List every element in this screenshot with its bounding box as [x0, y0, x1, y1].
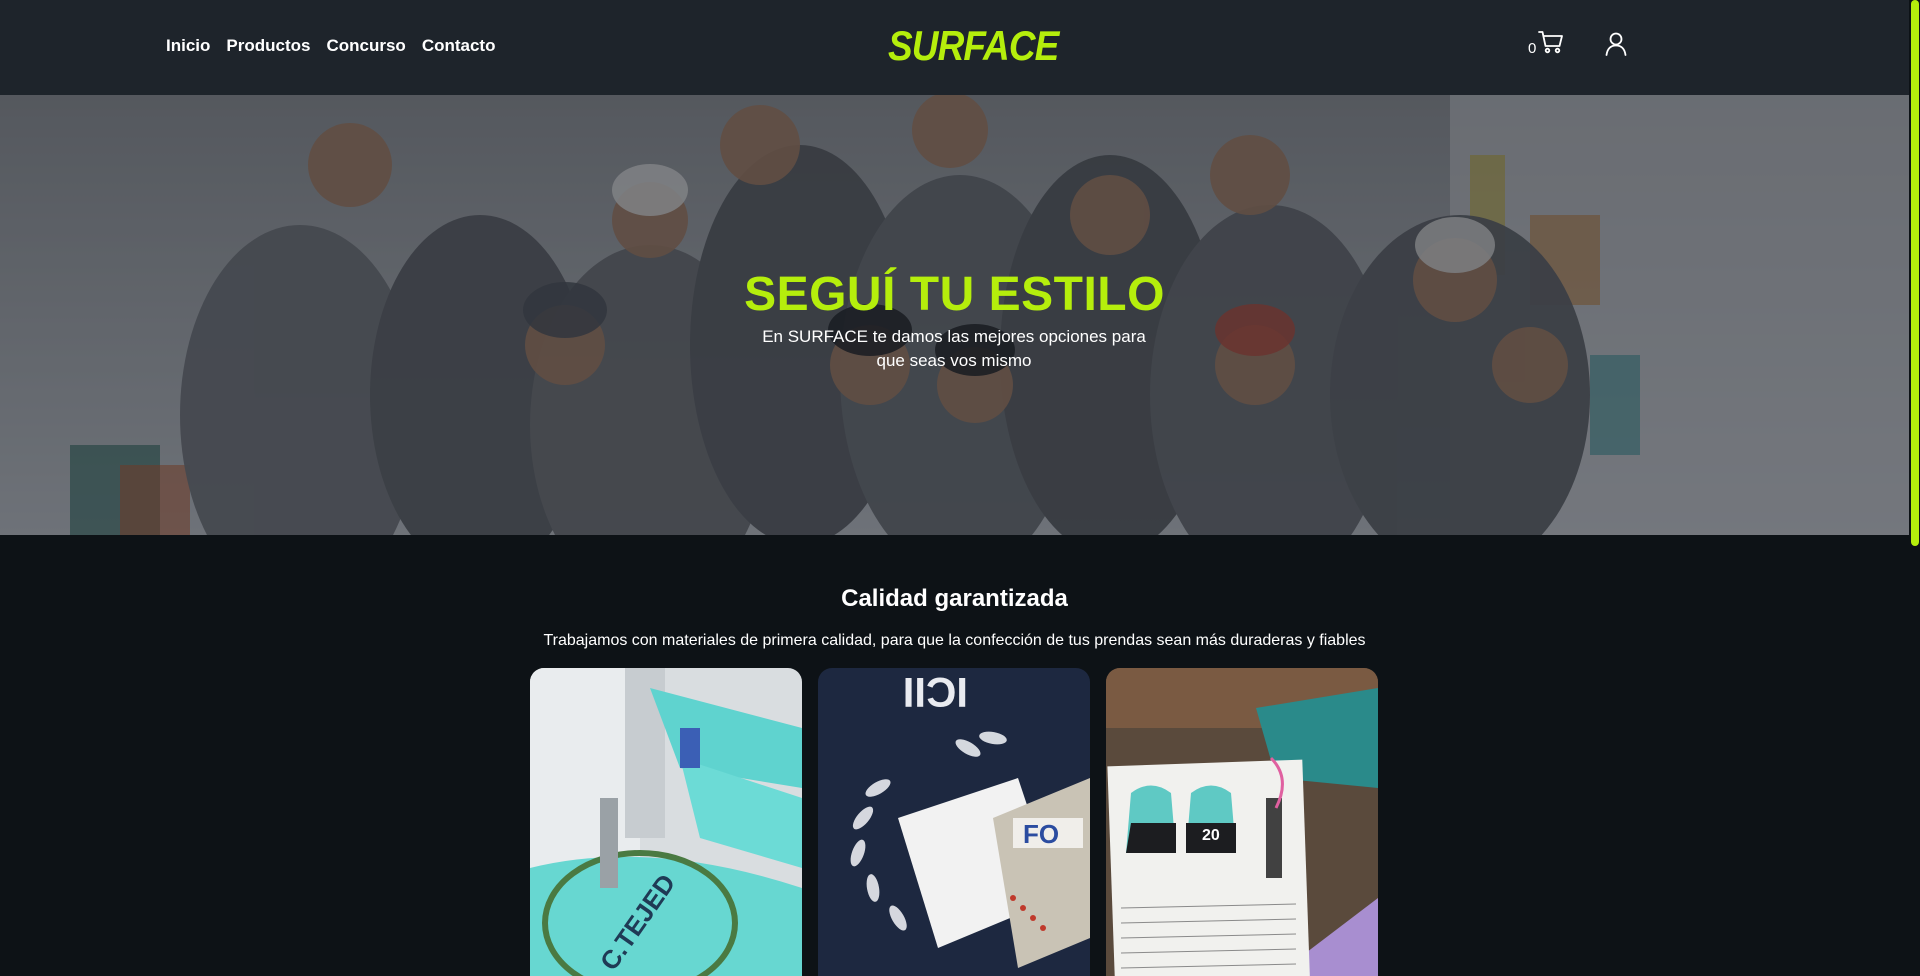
quality-title: Calidad garantizada [841, 585, 1068, 612]
site-header: Inicio Productos Concurso Contacto SURFA… [0, 0, 1909, 95]
site-logo[interactable]: SURFACE [888, 22, 1059, 70]
user-icon[interactable] [1605, 32, 1627, 61]
cart-button[interactable]: 0 [1528, 30, 1564, 59]
quality-gallery: C.TEJED ICII FO 20 [530, 668, 1378, 976]
hero-banner: SEGUÍ TU ESTILO En SURFACE te damos las … [0, 95, 1909, 535]
scrollbar-thumb[interactable] [1911, 0, 1919, 546]
nav-inicio[interactable]: Inicio [166, 36, 210, 56]
svg-text:20: 20 [1202, 827, 1220, 844]
nav-productos[interactable]: Productos [226, 36, 310, 56]
embroidery-detail-photo: ICII FO [818, 668, 1090, 976]
main-nav: Inicio Productos Concurso Contacto [166, 36, 495, 56]
quality-description: Trabajamos con materiales de primera cal… [543, 632, 1366, 649]
svg-text:FO: FO [1023, 819, 1059, 849]
design-sheet-photo: 20 [1106, 668, 1378, 976]
shopping-cart-icon [1538, 30, 1564, 59]
cart-count: 0 [1528, 40, 1537, 57]
hero-subtitle: En SURFACE te damos las mejores opciones… [762, 327, 1146, 370]
nav-concurso[interactable]: Concurso [326, 36, 405, 56]
page-scrollbar[interactable] [1909, 0, 1920, 976]
embroidery-machine-photo: C.TEJED [530, 668, 802, 976]
svg-text:ICII: ICII [903, 669, 968, 716]
hero-title: SEGUÍ TU ESTILO [744, 268, 1165, 321]
nav-contacto[interactable]: Contacto [422, 36, 496, 56]
